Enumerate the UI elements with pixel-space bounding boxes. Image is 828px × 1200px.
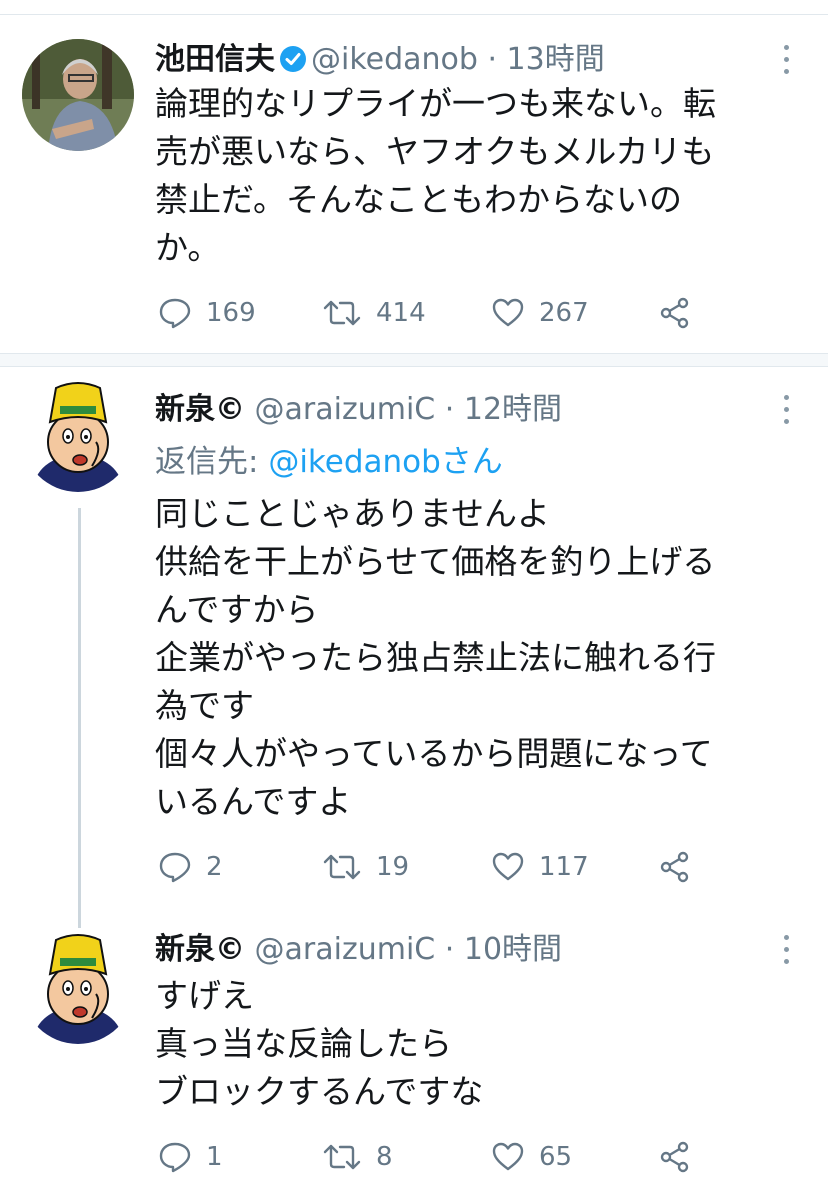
avatar-cartoon: [32, 382, 124, 492]
avatar[interactable]: [22, 380, 134, 492]
share-button[interactable]: [658, 1140, 692, 1174]
retweet-button[interactable]: 414: [322, 296, 426, 330]
reply-count: 2: [206, 852, 223, 882]
retweet-button[interactable]: 8: [322, 1140, 393, 1174]
tweet-text-line: 個々人がやっているから問題になって: [155, 734, 713, 773]
tweet-text-line: ブロックするんですな: [155, 1072, 484, 1111]
tweet-header: 新泉© @araizumiC · 12時間: [155, 390, 562, 430]
avatar[interactable]: [22, 932, 134, 1044]
thread-connector-line: [78, 508, 81, 928]
share-icon: [660, 1141, 689, 1173]
avatar[interactable]: [22, 39, 134, 151]
display-name[interactable]: 池田信夫: [155, 42, 275, 77]
tweet-header: 新泉© @araizumiC · 10時間: [155, 930, 562, 970]
share-button[interactable]: [658, 850, 692, 884]
tweet-text: すげえ 真っ当な反論したら ブロックするんですな: [155, 972, 805, 1116]
like-count: 117: [539, 852, 589, 882]
retweet-button[interactable]: 19: [322, 850, 409, 884]
tweet-text: 論理的なリプライが一つも来ない。転 売が悪いなら、ヤフオクもメルカリも 禁止だ。…: [155, 80, 805, 272]
tweet-header: 池田信夫 @ikedanob · 13時間: [155, 40, 605, 80]
avatar-cartoon: [32, 934, 124, 1044]
like-button[interactable]: 267: [491, 296, 589, 330]
timestamp[interactable]: · 13時間: [487, 42, 604, 77]
tweet-text-line: すげえ: [155, 976, 254, 1015]
tweet-separator: [0, 353, 828, 367]
top-divider: [0, 14, 828, 15]
handle[interactable]: @araizumiC: [255, 392, 436, 427]
tweet-text-line: んですから: [155, 590, 319, 629]
more-menu-icon[interactable]: [777, 43, 797, 79]
heart-icon: [492, 298, 524, 327]
reply-to-line: 返信先: @ikedanobさん: [155, 440, 503, 484]
more-menu-icon[interactable]: [777, 393, 797, 429]
reply-count: 169: [206, 298, 256, 328]
reply-count: 1: [206, 1142, 223, 1172]
tweet-text-line: いるんですよ: [155, 782, 352, 821]
heart-icon: [492, 852, 524, 881]
tweet-text-line: か。: [155, 228, 221, 267]
handle[interactable]: @ikedanob: [311, 42, 478, 77]
tweet-text: 同じことじゃありませんよ 供給を干上がらせて価格を釣り上げる んですから 企業が…: [155, 490, 805, 826]
heart-icon: [492, 1142, 524, 1171]
reply-button[interactable]: 2: [158, 850, 223, 884]
retweet-count: 8: [376, 1142, 393, 1172]
share-icon: [660, 297, 689, 329]
reply-icon: [159, 1142, 191, 1173]
reply-button[interactable]: 1: [158, 1140, 223, 1174]
like-count: 65: [539, 1142, 573, 1172]
display-name[interactable]: 新泉©: [155, 932, 245, 967]
tweet-text-line: 為です: [155, 686, 254, 725]
like-button[interactable]: 65: [491, 1140, 572, 1174]
handle[interactable]: @araizumiC: [255, 932, 436, 967]
retweet-count: 414: [376, 298, 426, 328]
verified-badge-icon: [279, 44, 307, 72]
tweet-text-line: 真っ当な反論したら: [155, 1024, 452, 1063]
like-count: 267: [539, 298, 589, 328]
timestamp[interactable]: · 12時間: [445, 392, 562, 427]
tweet-text-line: 禁止だ。そんなこともわからないの: [155, 180, 683, 219]
timestamp[interactable]: · 10時間: [445, 932, 562, 967]
share-icon: [660, 851, 689, 883]
retweet-icon: [323, 300, 361, 326]
tweet-text-line: 同じことじゃありませんよ: [155, 494, 551, 533]
reply-to-label: 返信先:: [155, 444, 269, 480]
tweet-text-line: 供給を干上がらせて価格を釣り上げる: [155, 542, 716, 581]
share-button[interactable]: [658, 296, 692, 330]
reply-icon: [159, 298, 191, 329]
tweet-text-line: 売が悪いなら、ヤフオクもメルカリも: [155, 132, 715, 171]
retweet-count: 19: [376, 852, 410, 882]
reply-to-mention[interactable]: @ikedanobさん: [268, 444, 503, 480]
reply-button[interactable]: 169: [158, 296, 256, 330]
retweet-icon: [323, 1144, 361, 1170]
avatar-photo: [22, 39, 134, 151]
more-menu-icon[interactable]: [777, 933, 797, 969]
retweet-icon: [323, 854, 361, 880]
display-name[interactable]: 新泉©: [155, 392, 245, 427]
tweet-text-line: 論理的なリプライが一つも来ない。転: [155, 84, 716, 123]
like-button[interactable]: 117: [491, 850, 589, 884]
tweet-text-line: 企業がやったら独占禁止法に触れる行: [155, 638, 716, 677]
reply-icon: [159, 852, 191, 883]
